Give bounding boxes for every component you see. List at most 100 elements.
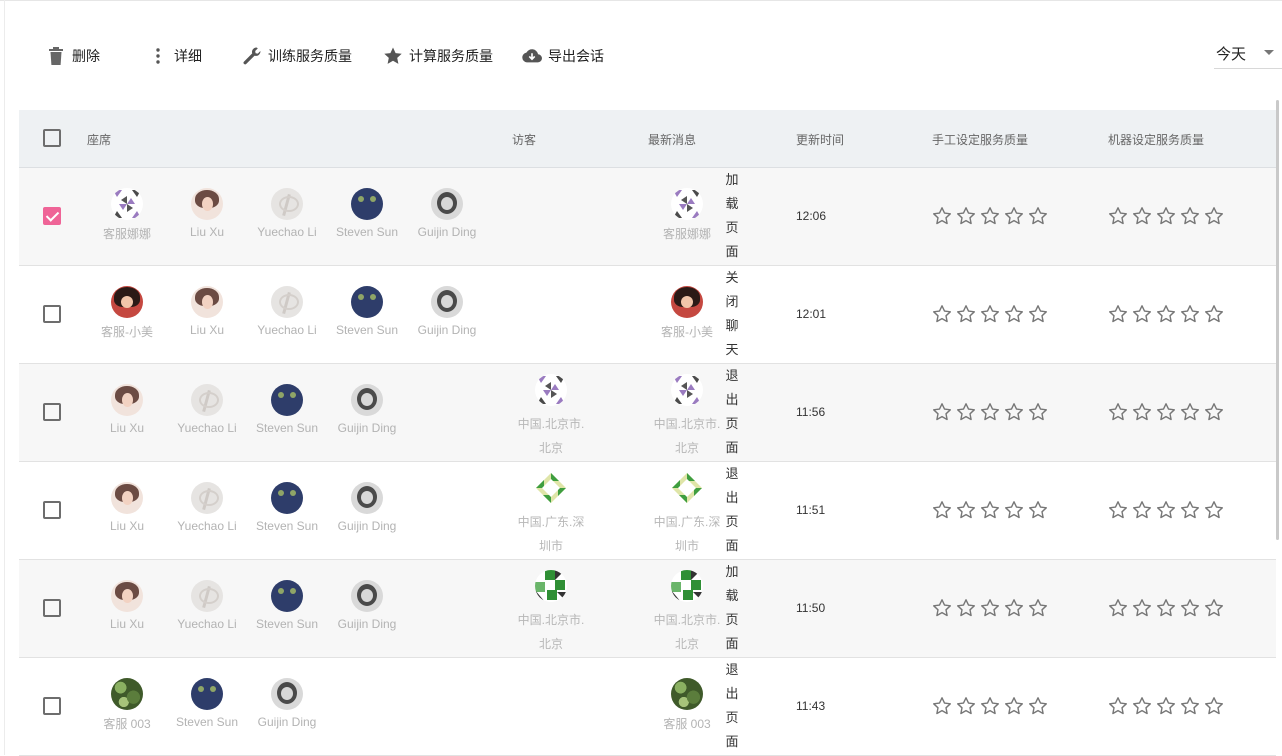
select-all-checkbox[interactable] <box>43 129 61 147</box>
star-outline-icon[interactable] <box>1178 204 1202 228</box>
table-row[interactable]: Liu Xu Yuechao Li Steven Sun Guijin Ding 中国.… <box>19 462 1276 560</box>
star-outline-icon[interactable] <box>930 498 954 522</box>
table-row[interactable]: Liu Xu Yuechao Li Steven Sun Guijin Ding 中国.… <box>19 560 1276 658</box>
star-outline-icon[interactable] <box>1026 302 1050 326</box>
row-checkbox[interactable] <box>43 697 61 715</box>
star-outline-icon[interactable] <box>1154 302 1178 326</box>
row-checkbox[interactable] <box>43 599 61 617</box>
export-sessions-button[interactable]: 导出会话 <box>522 38 604 74</box>
star-outline-icon[interactable] <box>954 204 978 228</box>
star-outline-icon[interactable] <box>1106 596 1130 620</box>
star-outline-icon[interactable] <box>1202 498 1226 522</box>
star-outline-icon[interactable] <box>1106 498 1130 522</box>
star-outline-icon[interactable] <box>1202 302 1226 326</box>
row-checkbox[interactable] <box>43 207 61 225</box>
star-outline-icon[interactable] <box>1178 694 1202 718</box>
latest-message: 退出页面 <box>723 658 741 754</box>
agent-item: Steven Sun <box>247 482 327 533</box>
star-outline-icon[interactable] <box>1002 204 1026 228</box>
star-outline-icon[interactable] <box>1026 596 1050 620</box>
table-row[interactable]: 客服娜娜 Liu Xu Yuechao Li Steven Sun Guijin Din… <box>19 168 1276 266</box>
compute-quality-button[interactable]: 计算服务质量 <box>383 38 493 74</box>
star-outline-icon[interactable] <box>1106 204 1130 228</box>
star-outline-icon[interactable] <box>1154 596 1178 620</box>
header-machine-quality[interactable]: 机器设定服务质量 <box>1108 131 1204 148</box>
star-outline-icon[interactable] <box>1026 694 1050 718</box>
star-outline-icon[interactable] <box>1106 400 1130 424</box>
avatar <box>191 678 223 710</box>
avatar <box>431 188 463 220</box>
delete-button[interactable]: 删除 <box>46 38 100 74</box>
row-checkbox[interactable] <box>43 305 61 323</box>
star-outline-icon[interactable] <box>978 498 1002 522</box>
latest-sender: 客服 003 <box>642 678 732 732</box>
star-outline-icon[interactable] <box>930 400 954 424</box>
star-outline-icon[interactable] <box>1154 498 1178 522</box>
star-outline-icon[interactable] <box>978 694 1002 718</box>
star-outline-icon[interactable] <box>1026 204 1050 228</box>
star-outline-icon[interactable] <box>954 400 978 424</box>
star-outline-icon[interactable] <box>978 400 1002 424</box>
agent-item: 客服 003 <box>87 678 167 732</box>
agent-item: 客服娜娜 <box>87 188 167 242</box>
star-outline-icon[interactable] <box>978 302 1002 326</box>
star-outline-icon[interactable] <box>1202 400 1226 424</box>
star-outline-icon[interactable] <box>1106 302 1130 326</box>
star-outline-icon[interactable] <box>930 204 954 228</box>
avatar <box>111 188 143 220</box>
message-char: 加 <box>725 172 739 187</box>
star-outline-icon[interactable] <box>1202 694 1226 718</box>
star-outline-icon[interactable] <box>954 596 978 620</box>
star-outline-icon[interactable] <box>1154 400 1178 424</box>
message-char: 面 <box>725 244 739 259</box>
star-outline-icon[interactable] <box>930 302 954 326</box>
star-outline-icon[interactable] <box>1026 400 1050 424</box>
avatar <box>271 188 303 220</box>
star-outline-icon[interactable] <box>1002 302 1026 326</box>
table-row[interactable]: Liu Xu Yuechao Li Steven Sun Guijin Ding 中国.… <box>19 364 1276 462</box>
star-outline-icon[interactable] <box>1002 400 1026 424</box>
agent-name: 客服娜娜 <box>102 227 151 241</box>
agent-name: Guijin Ding <box>337 421 397 435</box>
time-range-select[interactable]: 今天 <box>1214 38 1282 69</box>
star-outline-icon[interactable] <box>954 694 978 718</box>
star-outline-icon[interactable] <box>1202 204 1226 228</box>
star-outline-icon[interactable] <box>1002 498 1026 522</box>
scrollbar[interactable] <box>1276 100 1279 540</box>
table-row[interactable]: 客服-小美 Liu Xu Yuechao Li Steven Sun Guijin Di… <box>19 266 1276 364</box>
star-outline-icon[interactable] <box>1178 302 1202 326</box>
row-checkbox[interactable] <box>43 403 61 421</box>
star-outline-icon[interactable] <box>1130 400 1154 424</box>
left-border <box>4 0 5 755</box>
star-outline-icon[interactable] <box>1130 596 1154 620</box>
details-button[interactable]: 详细 <box>148 38 202 74</box>
star-outline-icon[interactable] <box>954 302 978 326</box>
star-outline-icon[interactable] <box>1002 596 1026 620</box>
star-outline-icon[interactable] <box>1026 498 1050 522</box>
visitor-location: 中国.北京市. 北京 <box>506 412 596 460</box>
star-outline-icon[interactable] <box>1130 498 1154 522</box>
star-outline-icon[interactable] <box>1178 400 1202 424</box>
message-char: 页 <box>725 220 739 235</box>
star-outline-icon[interactable] <box>1178 596 1202 620</box>
star-outline-icon[interactable] <box>1106 694 1130 718</box>
agent-name: Liu Xu <box>189 323 225 337</box>
header-manual-quality[interactable]: 手工设定服务质量 <box>932 131 1028 148</box>
star-outline-icon[interactable] <box>954 498 978 522</box>
star-outline-icon[interactable] <box>978 596 1002 620</box>
star-outline-icon[interactable] <box>1130 204 1154 228</box>
star-outline-icon[interactable] <box>1130 694 1154 718</box>
row-checkbox[interactable] <box>43 501 61 519</box>
star-outline-icon[interactable] <box>930 694 954 718</box>
star-outline-icon[interactable] <box>978 204 1002 228</box>
star-outline-icon[interactable] <box>1130 302 1154 326</box>
star-outline-icon[interactable] <box>1202 596 1226 620</box>
message-char: 聊 <box>725 318 739 333</box>
star-outline-icon[interactable] <box>1154 694 1178 718</box>
table-row[interactable]: 客服 003 Steven Sun Guijin Ding 客服 003 退出页面 11:… <box>19 658 1276 756</box>
star-outline-icon[interactable] <box>1002 694 1026 718</box>
star-outline-icon[interactable] <box>1154 204 1178 228</box>
star-outline-icon[interactable] <box>930 596 954 620</box>
train-quality-button[interactable]: 训练服务质量 <box>242 38 352 74</box>
star-outline-icon[interactable] <box>1178 498 1202 522</box>
